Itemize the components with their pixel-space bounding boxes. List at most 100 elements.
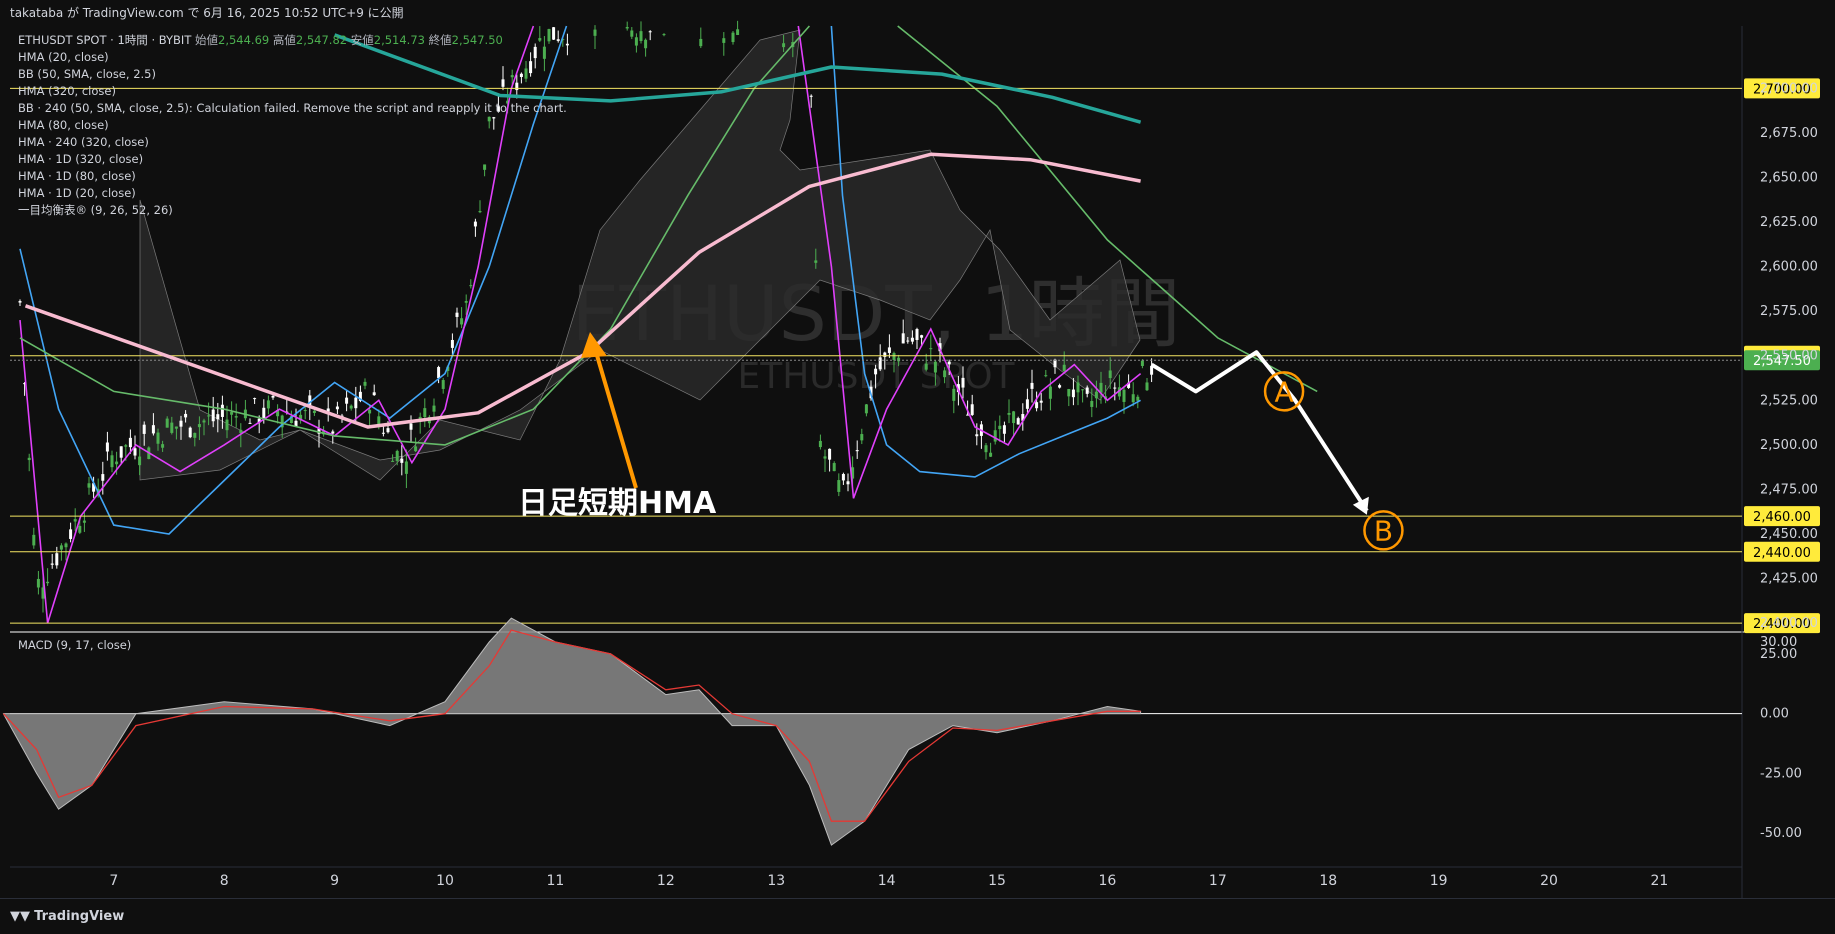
candle-body [32, 534, 36, 546]
candle-body [878, 357, 882, 370]
candle-body [174, 426, 178, 429]
time-tick-label: 12 [657, 873, 675, 889]
candle-body [855, 450, 859, 452]
candle-body [1145, 382, 1149, 391]
macd-legend[interactable]: MACD (9, 17, close) [18, 638, 131, 652]
candle-body [920, 335, 924, 338]
candle-body [846, 481, 850, 485]
candle-body [179, 420, 183, 427]
candle-body [901, 333, 905, 344]
price-tick-label: 2,400.00 [1760, 616, 1818, 631]
candle-body [423, 408, 427, 418]
candle-body [50, 563, 54, 565]
candle-body [648, 31, 652, 33]
candle-body [929, 348, 933, 350]
time-tick-label: 16 [1099, 873, 1117, 889]
candle-body [892, 353, 896, 360]
candle-body [450, 339, 454, 348]
candle-body [354, 397, 358, 409]
candle-body [699, 38, 703, 47]
legend-high: 2,547.82 [295, 33, 348, 47]
candle-body [225, 419, 229, 431]
price-tick-label: 2,450.00 [1760, 527, 1818, 542]
candle-body [266, 400, 270, 409]
legend-indicator[interactable]: HMA (80, close) [18, 117, 567, 134]
macd-tick-label: 0.00 [1760, 707, 1789, 722]
point-marker-label: B [1374, 514, 1393, 547]
candle-body [1071, 389, 1075, 398]
candle-body [1035, 402, 1039, 409]
candle-body [110, 455, 114, 468]
candle-body [220, 404, 224, 417]
candle-body [69, 529, 73, 539]
candle-body [46, 581, 50, 584]
candle-body [993, 430, 997, 442]
candle-body [818, 440, 822, 448]
candle-body [970, 404, 974, 415]
candle-body [460, 318, 464, 325]
candle-body [55, 553, 59, 566]
candle-body [634, 37, 638, 46]
price-tick-label: 2,700.00 [1760, 81, 1818, 96]
legend-indicator[interactable]: 一目均衡表® (9, 26, 52, 26) [18, 202, 567, 219]
price-tick-label: 2,575.00 [1760, 304, 1818, 319]
legend-indicator[interactable]: HMA · 240 (320, close) [18, 134, 567, 151]
candle-body [368, 409, 372, 414]
candle-body [910, 337, 914, 342]
legend-indicator[interactable]: HMA · 1D (20, close) [18, 185, 567, 202]
legend-close-label: 終値 [428, 33, 452, 47]
candle-body [404, 461, 408, 474]
legend-symbol: ETHUSDT SPOT · 1時間 · BYBIT [18, 33, 192, 47]
legend-indicator[interactable]: HMA · 1D (80, close) [18, 168, 567, 185]
candle-body [188, 427, 192, 438]
candle-body [234, 416, 238, 418]
candle-body [115, 461, 119, 465]
candle-body [262, 407, 266, 418]
candle-body [156, 432, 160, 444]
candle-body [82, 520, 86, 523]
candle-body [184, 413, 188, 418]
candle-body [202, 420, 206, 423]
legend-indicator[interactable]: HMA · 1D (320, close) [18, 151, 567, 168]
candle-body [335, 406, 339, 410]
legend-indicator[interactable]: BB · 240 (50, SMA, close, 2.5): Calculat… [18, 100, 567, 117]
candle-body [345, 397, 349, 404]
candle-body [230, 412, 234, 415]
legend-indicator[interactable]: BB (50, SMA, close, 2.5) [18, 66, 567, 83]
candle-body [1136, 396, 1140, 401]
candle-body [331, 431, 335, 434]
candle-body [1062, 364, 1066, 372]
candle-body [961, 377, 965, 388]
legend-close: 2,547.50 [451, 33, 503, 47]
time-tick-label: 10 [436, 873, 454, 889]
candle-body [975, 434, 979, 437]
candle-body [814, 260, 818, 263]
candle-body [832, 463, 836, 472]
candle-body [1039, 400, 1043, 403]
candle-body [377, 416, 381, 425]
candle-body [828, 448, 832, 460]
candle-body [1025, 399, 1029, 409]
candle-body [409, 423, 413, 430]
candle-body [1094, 391, 1098, 399]
price-tag-label: 2,440.00 [1753, 546, 1811, 561]
candle-body [1108, 370, 1112, 379]
candle-body [363, 381, 367, 386]
time-tick-label: 18 [1319, 873, 1337, 889]
candle-body [897, 357, 901, 362]
legend-indicator[interactable]: HMA (320, close) [18, 83, 567, 100]
footer-brand: TradingView [34, 909, 125, 924]
time-tick-label: 14 [878, 873, 896, 889]
candle-body [1090, 401, 1094, 407]
candle-body [782, 43, 786, 48]
candle-body [303, 410, 307, 412]
candle-body [105, 442, 109, 452]
candle-body [78, 525, 82, 533]
candle-body [1002, 425, 1006, 434]
macd-tick-label: 25.00 [1760, 647, 1797, 662]
price-tag-label: 2,460.00 [1753, 510, 1811, 525]
legend-indicator[interactable]: HMA (20, close) [18, 49, 567, 66]
watermark-small: ETHUSDT SPOT [737, 356, 1015, 397]
candle-body [1053, 359, 1057, 368]
time-tick-label: 11 [547, 873, 565, 889]
